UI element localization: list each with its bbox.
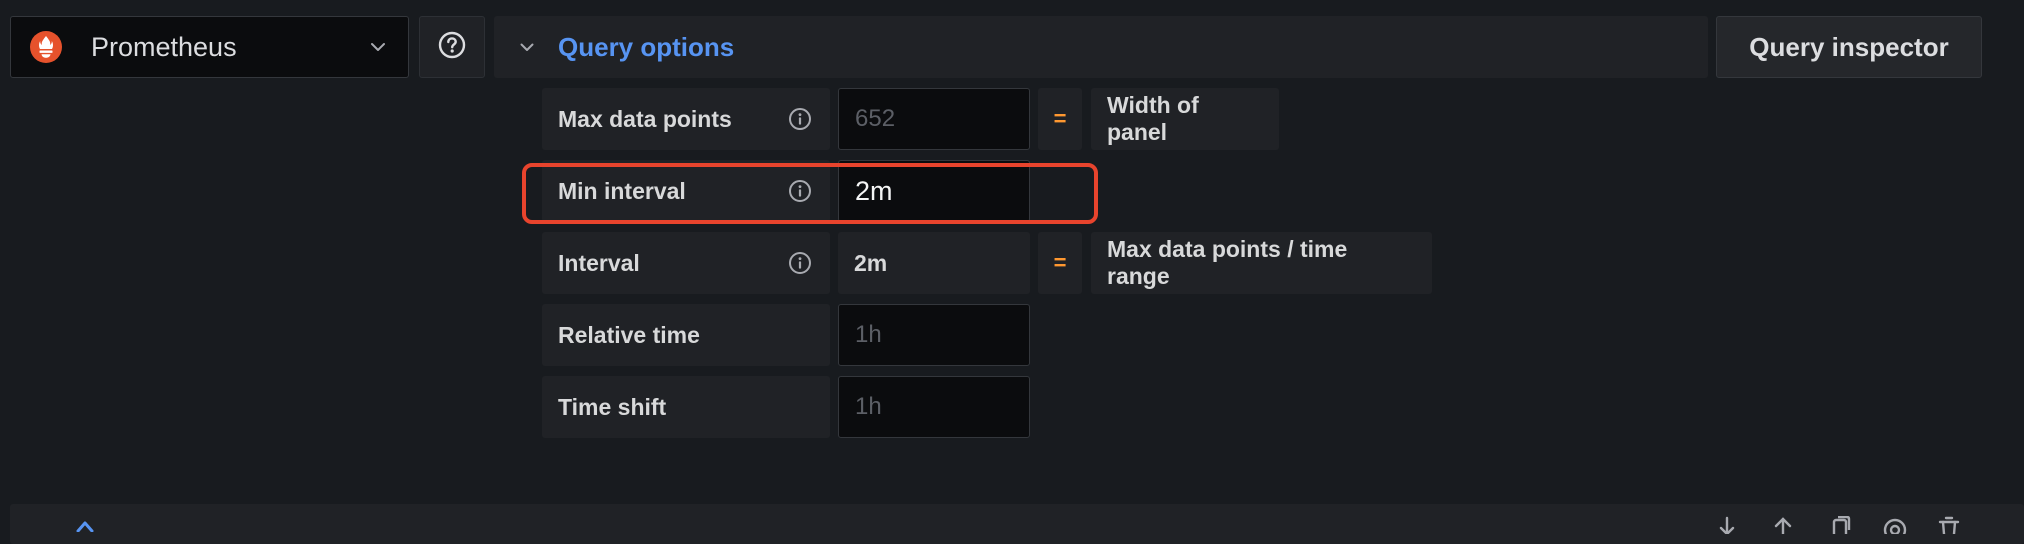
time-shift-input[interactable]: 1h bbox=[838, 376, 1030, 438]
relative-time-label-text: Relative time bbox=[558, 321, 700, 348]
copy-icon[interactable] bbox=[1826, 515, 1856, 538]
query-options-toggle[interactable]: Query options bbox=[494, 16, 1708, 78]
time-shift-label: Time shift bbox=[542, 376, 830, 438]
datasource-name: Prometheus bbox=[91, 31, 237, 62]
relative-time-label: Relative time bbox=[542, 304, 830, 366]
equals-sign: = bbox=[1038, 232, 1082, 294]
time-shift-label-text: Time shift bbox=[558, 393, 667, 420]
trash-icon[interactable] bbox=[1934, 516, 1964, 536]
eye-icon[interactable] bbox=[1880, 516, 1910, 542]
interval-label-text: Interval bbox=[558, 249, 640, 276]
max-data-points-label: Max data points bbox=[542, 88, 830, 150]
max-data-points-description: Width of panel bbox=[1091, 88, 1279, 150]
datasource-picker[interactable]: Prometheus bbox=[10, 16, 409, 78]
max-data-points-input[interactable]: 652 bbox=[838, 88, 1030, 150]
help-button[interactable] bbox=[419, 16, 485, 78]
query-inspector-button[interactable]: Query inspector bbox=[1716, 16, 1982, 78]
interval-value: 2m bbox=[838, 232, 1030, 294]
max-data-points-label-text: Max data points bbox=[558, 105, 732, 132]
move-up-icon[interactable] bbox=[1768, 516, 1798, 536]
prometheus-logo-icon bbox=[29, 30, 63, 64]
info-icon[interactable] bbox=[788, 107, 812, 131]
chevron-down-icon bbox=[518, 38, 536, 56]
relative-time-input[interactable]: 1h bbox=[838, 304, 1030, 366]
min-interval-highlight bbox=[522, 163, 1098, 224]
info-icon[interactable] bbox=[788, 251, 812, 275]
equals-sign: = bbox=[1038, 88, 1082, 150]
question-circle-icon bbox=[437, 30, 467, 65]
chevron-down-icon bbox=[368, 37, 388, 57]
move-down-icon[interactable] bbox=[1712, 516, 1742, 536]
interval-description: Max data points / time range bbox=[1091, 232, 1432, 294]
query-options-title: Query options bbox=[558, 31, 735, 62]
interval-label: Interval bbox=[542, 232, 830, 294]
